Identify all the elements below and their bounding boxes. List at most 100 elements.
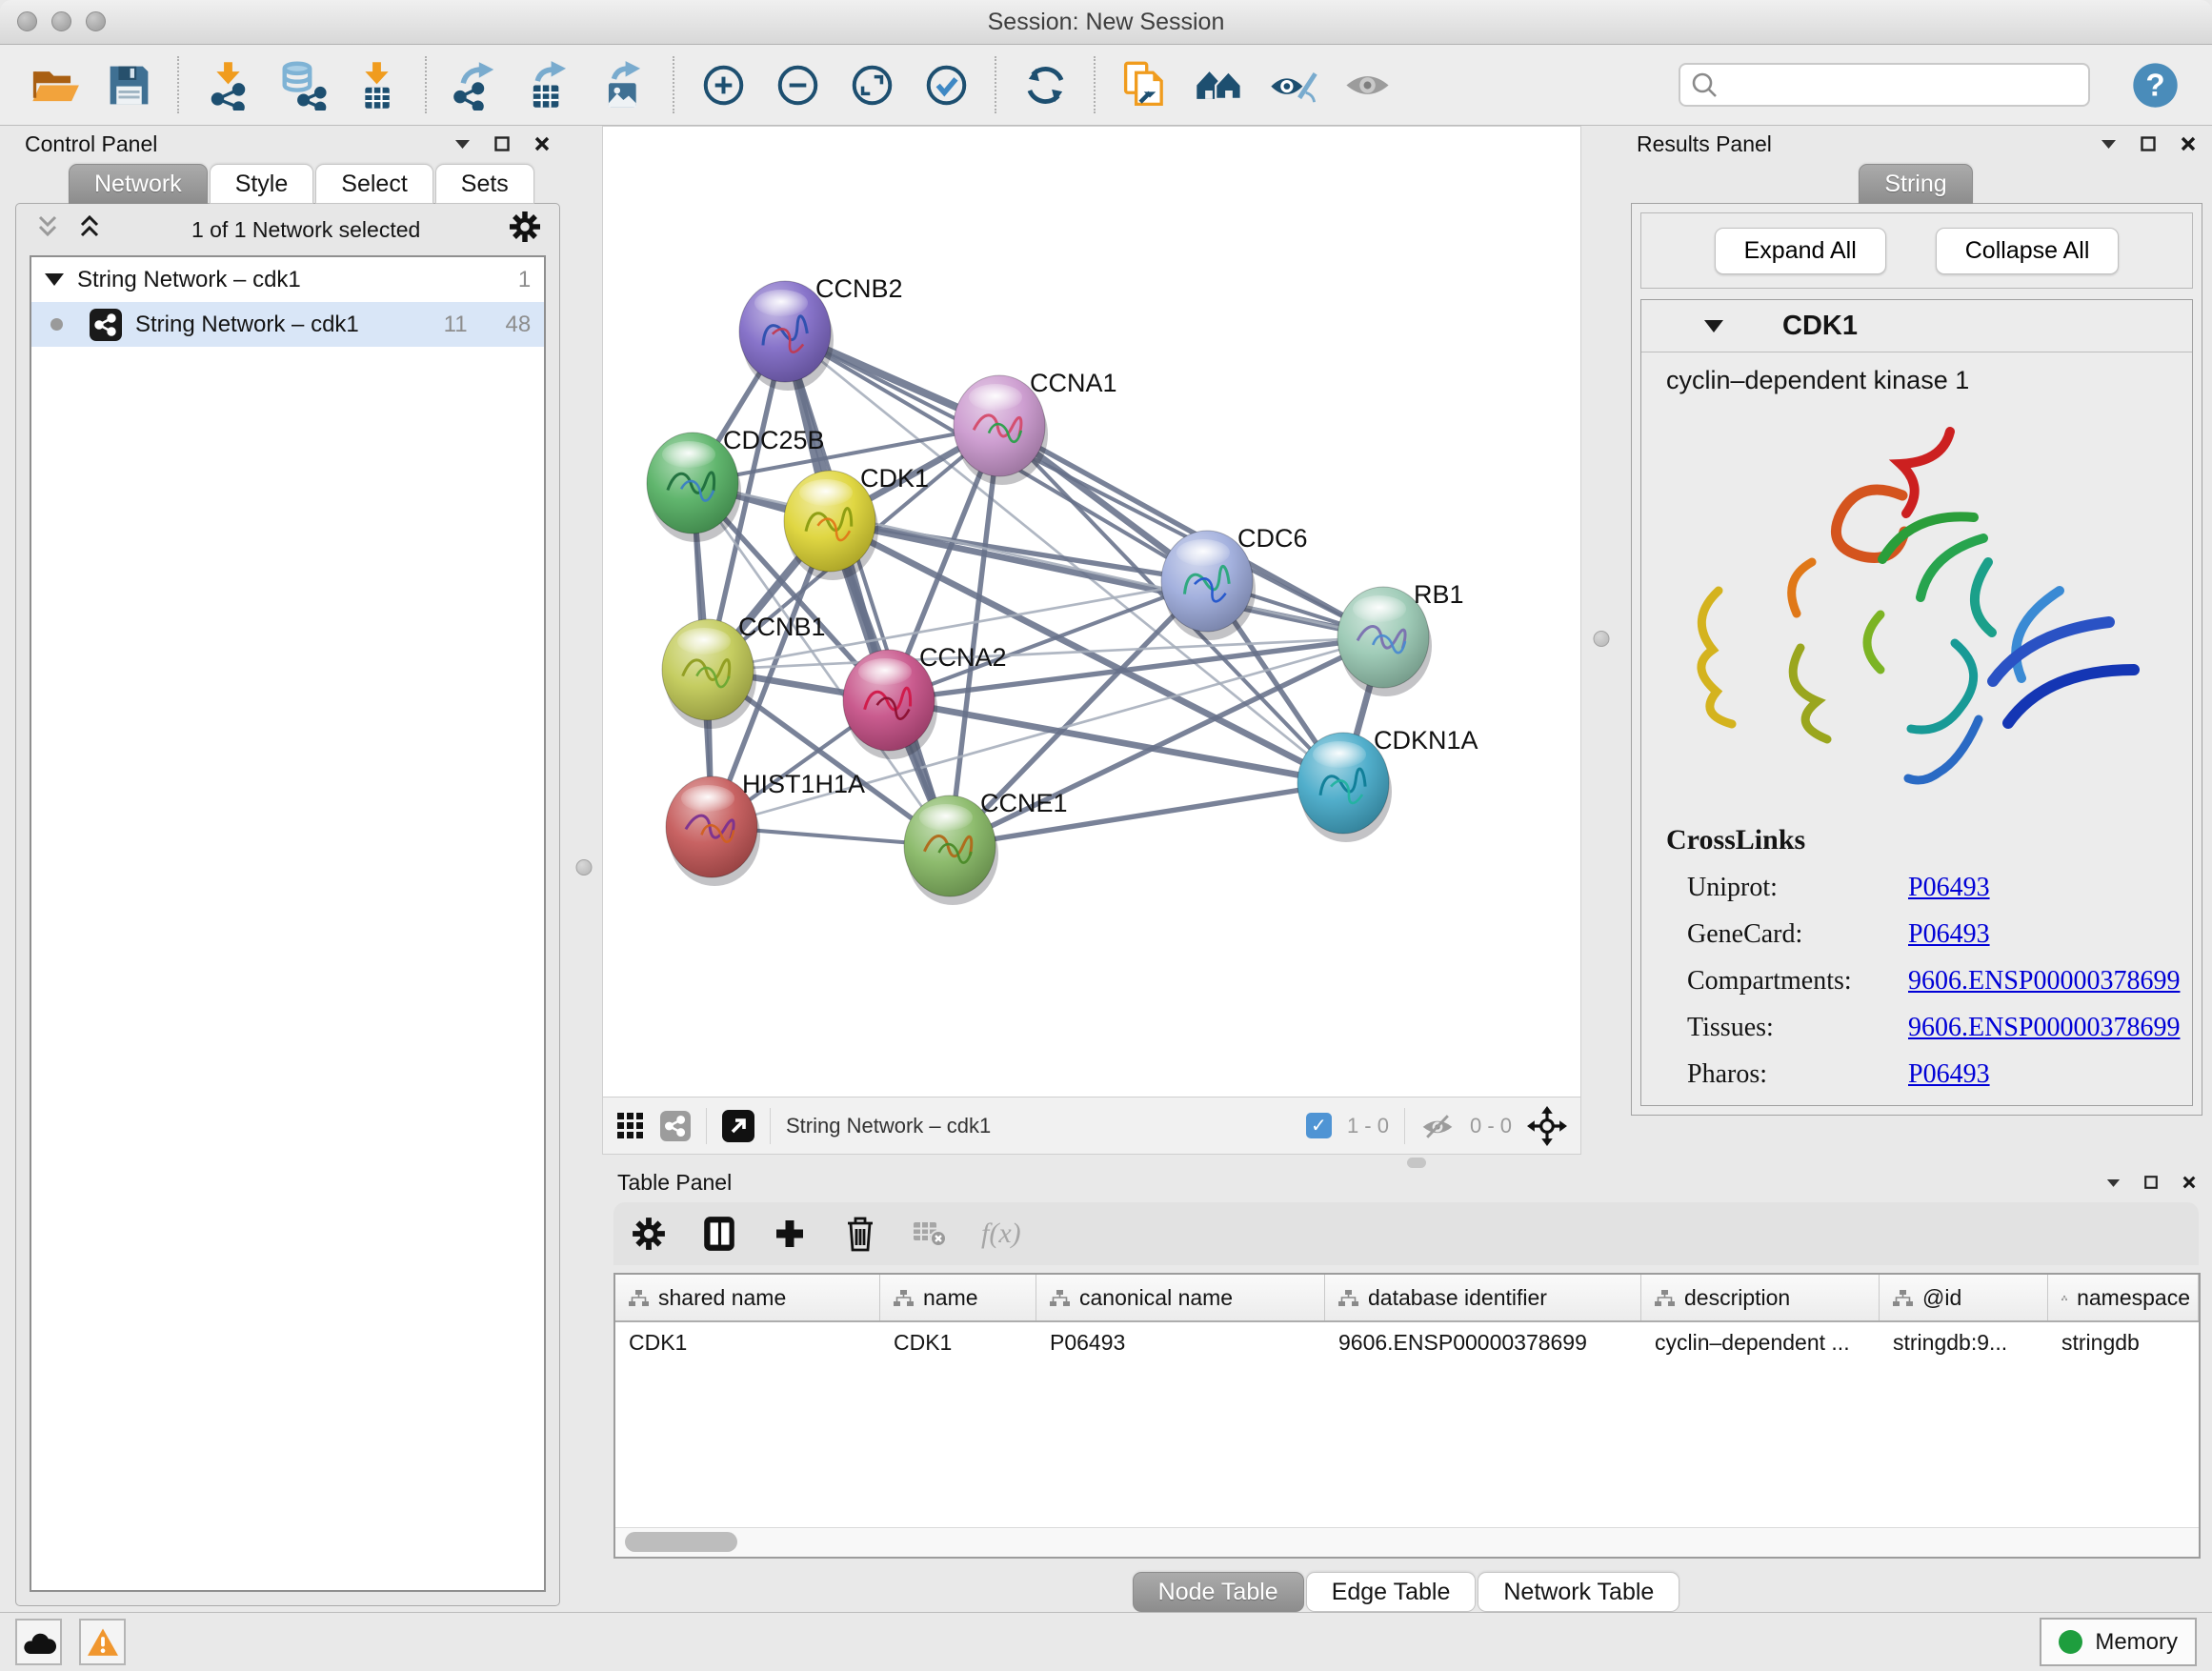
close-panel-button[interactable]	[2182, 1175, 2197, 1190]
minimize-window-button[interactable]	[51, 11, 71, 31]
right-splitter[interactable]	[1581, 126, 1621, 1155]
column-header-name[interactable]: name	[880, 1275, 1036, 1320]
add-column-icon[interactable]	[770, 1214, 810, 1254]
scrollbar-thumb[interactable]	[625, 1532, 737, 1552]
refresh-button[interactable]	[1018, 57, 1072, 112]
network-row-selected[interactable]: String Network – cdk1 11 48	[31, 302, 544, 347]
import-table-button[interactable]	[350, 57, 403, 112]
houses-button[interactable]	[1192, 57, 1245, 112]
close-window-button[interactable]	[17, 11, 37, 31]
documents-button[interactable]	[1117, 57, 1171, 112]
expand-all-networks-icon[interactable]	[75, 213, 104, 246]
crosslink-value-link[interactable]: P06493	[1908, 919, 1990, 950]
column-header-description[interactable]: description	[1641, 1275, 1880, 1320]
export-table-button[interactable]	[523, 57, 576, 112]
import-network-from-file-button[interactable]	[201, 57, 254, 112]
close-panel-button[interactable]	[533, 135, 551, 152]
panel-menu-button[interactable]	[2101, 138, 2117, 150]
detach-view-icon[interactable]	[722, 1110, 754, 1142]
tab-network-table[interactable]: Network Table	[1478, 1572, 1679, 1612]
table-row[interactable]: CDK1CDK1P064939606.ENSP00000378699cyclin…	[615, 1322, 2199, 1366]
crosslink-value-link[interactable]: 9606.ENSP00000378699	[1908, 1013, 2180, 1043]
network-canvas[interactable]: CCNB2CCNA1CDC25BCDK1CDC6RB1CCNB1CCNA2CDK…	[602, 126, 1581, 1097]
column-header-id[interactable]: @id	[1880, 1275, 2048, 1320]
graph-node-CCNA1[interactable]: CCNA1	[954, 369, 1117, 485]
function-builder-icon[interactable]: f(x)	[981, 1214, 1021, 1254]
table-gear-icon[interactable]	[629, 1214, 669, 1254]
network-share-view-icon[interactable]	[660, 1111, 691, 1141]
table-cell-namespace[interactable]: stringdb	[2048, 1322, 2199, 1366]
eye-button[interactable]	[1340, 57, 1394, 112]
export-network-button[interactable]	[449, 57, 502, 112]
search-input[interactable]	[1719, 71, 2079, 99]
table-cell-shared-name[interactable]: CDK1	[615, 1322, 880, 1366]
delete-column-icon[interactable]	[840, 1214, 880, 1254]
column-header-canonical-name[interactable]: canonical name	[1036, 1275, 1325, 1320]
gear-icon[interactable]	[508, 210, 542, 250]
panel-menu-button[interactable]	[454, 138, 471, 150]
open-session-button[interactable]	[28, 57, 81, 112]
graph-node-RB1[interactable]: RB1	[1337, 580, 1464, 696]
horizontal-scrollbar[interactable]	[615, 1527, 2199, 1557]
table-cell-id[interactable]: stringdb:9...	[1880, 1322, 2048, 1366]
collapse-all-button[interactable]: Collapse All	[1936, 228, 2120, 274]
zoom-out-button[interactable]	[771, 57, 824, 112]
help-button[interactable]: ?	[2128, 57, 2182, 112]
selected-checkbox-icon[interactable]: ✓	[1306, 1113, 1332, 1138]
column-header-database-identifier[interactable]: database identifier	[1325, 1275, 1641, 1320]
clear-table-icon[interactable]	[911, 1214, 951, 1254]
save-session-button[interactable]	[102, 57, 155, 112]
warning-button[interactable]	[79, 1619, 126, 1665]
collapse-triangle-icon[interactable]	[45, 273, 64, 286]
column-header-namespace[interactable]: namespace	[2048, 1275, 2199, 1320]
tab-select[interactable]: Select	[315, 164, 432, 204]
maximize-window-button[interactable]	[86, 11, 106, 31]
table-cell-canonical-name[interactable]: P06493	[1036, 1322, 1325, 1366]
table-cell-name[interactable]: CDK1	[880, 1322, 1036, 1366]
select-columns-icon[interactable]	[699, 1214, 739, 1254]
eye-pen-button[interactable]	[1266, 57, 1319, 112]
export-image-button[interactable]	[597, 57, 651, 112]
tab-network[interactable]: Network	[69, 164, 208, 204]
grid-view-icon[interactable]	[616, 1112, 645, 1140]
splitter-handle[interactable]	[1407, 1158, 1426, 1168]
tab-sets[interactable]: Sets	[435, 164, 534, 204]
collapse-all-networks-icon[interactable]	[33, 213, 62, 246]
horizontal-splitter[interactable]	[602, 1155, 2212, 1164]
zoom-selected-button[interactable]	[919, 57, 973, 112]
splitter-handle[interactable]	[576, 859, 593, 876]
splitter-handle[interactable]	[1594, 631, 1610, 647]
graph-node-CCNE1[interactable]: CCNE1	[904, 789, 1068, 905]
float-panel-button[interactable]	[2143, 1175, 2159, 1190]
float-panel-button[interactable]	[2140, 135, 2157, 152]
memory-button[interactable]: Memory	[2040, 1618, 2197, 1666]
gene-header[interactable]: CDK1	[1641, 300, 2192, 352]
cloud-button[interactable]	[15, 1619, 62, 1665]
table-cell-description[interactable]: cyclin–dependent ...	[1641, 1322, 1880, 1366]
table-cell-database-identifier[interactable]: 9606.ENSP00000378699	[1325, 1322, 1641, 1366]
zoom-fit-button[interactable]	[845, 57, 898, 112]
panel-menu-button[interactable]	[2106, 1178, 2121, 1188]
crosslink-value-link[interactable]: P06493	[1908, 873, 1990, 903]
float-panel-button[interactable]	[493, 135, 511, 152]
collapse-triangle-icon[interactable]	[1704, 320, 1723, 332]
column-header-shared-name[interactable]: shared name	[615, 1275, 880, 1320]
graph-node-CCNA2[interactable]: CCNA2	[843, 643, 1007, 759]
crosslink-value-link[interactable]: P06493	[1908, 1059, 1990, 1090]
expand-all-button[interactable]: Expand All	[1715, 228, 1886, 274]
graph-node-CCNB1[interactable]: CCNB1	[662, 613, 826, 729]
graph-node-HIST1H1A[interactable]: HIST1H1A	[666, 770, 865, 886]
left-splitter[interactable]	[566, 126, 602, 1612]
crosshair-move-icon[interactable]	[1527, 1106, 1567, 1146]
crosslink-value-link[interactable]: 9606.ENSP00000378699	[1908, 966, 2180, 997]
hidden-eye-icon[interactable]	[1420, 1112, 1455, 1140]
network-collection-row[interactable]: String Network – cdk1 1	[31, 257, 544, 302]
zoom-in-button[interactable]	[696, 57, 750, 112]
network-graph[interactable]: CCNB2CCNA1CDC25BCDK1CDC6RB1CCNB1CCNA2CDK…	[603, 127, 1580, 1097]
close-panel-button[interactable]	[2180, 135, 2197, 152]
tab-edge-table[interactable]: Edge Table	[1306, 1572, 1477, 1612]
tab-node-table[interactable]: Node Table	[1133, 1572, 1304, 1612]
tab-style[interactable]: Style	[210, 164, 314, 204]
import-network-from-database-button[interactable]	[275, 57, 329, 112]
tab-string[interactable]: String	[1859, 164, 1972, 204]
